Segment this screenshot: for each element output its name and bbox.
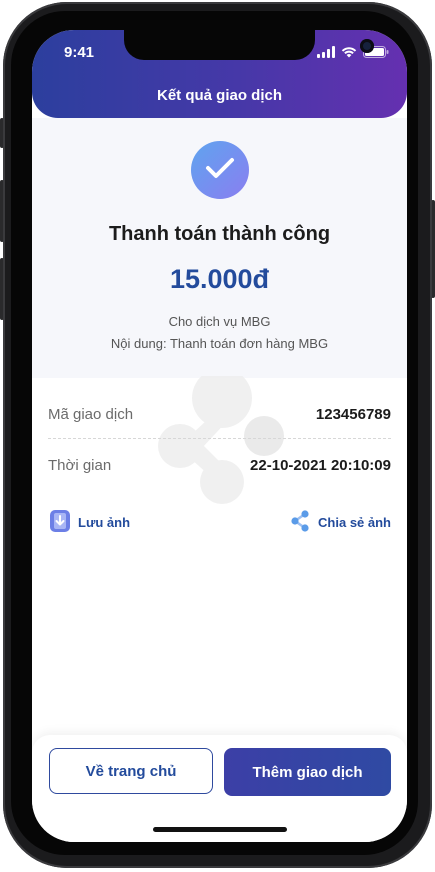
transaction-id-row: Mã giao dịch 123456789 <box>48 406 391 423</box>
details-divider <box>48 438 391 439</box>
status-icons <box>317 45 389 63</box>
phone-frame: 9:41 Kết quả giao dịch Thanh toán thành … <box>0 0 435 872</box>
save-image-button[interactable]: Lưu ảnh <box>50 510 130 535</box>
save-image-label: Lưu ảnh <box>78 515 131 530</box>
wifi-icon <box>341 45 357 63</box>
share-image-button[interactable]: Chia sẻ ảnh <box>290 510 391 535</box>
transaction-id-value: 123456789 <box>315 406 391 423</box>
check-icon <box>205 156 235 185</box>
signal-icon <box>317 45 335 63</box>
success-badge <box>191 141 249 199</box>
home-indicator[interactable] <box>153 827 287 832</box>
status-time: 9:41 <box>64 44 95 61</box>
payment-amount: 15.000đ <box>169 264 270 294</box>
payment-content: Nội dung: Thanh toán đơn hàng MBG <box>110 336 329 351</box>
screen: 9:41 Kết quả giao dịch Thanh toán thành … <box>32 30 407 842</box>
transaction-time-row: Thời gian 22-10-2021 20:10:09 <box>48 457 391 474</box>
transaction-time-value: 22-10-2021 20:10:09 <box>250 457 391 474</box>
notch <box>124 30 374 60</box>
share-image-label: Chia sẻ ảnh <box>318 515 391 530</box>
page-title: Kết quả giao dịch <box>156 87 282 104</box>
add-transaction-button[interactable]: Thêm giao dịch <box>224 748 391 796</box>
service-description: Cho dịch vụ MBG <box>168 314 271 329</box>
save-image-icon <box>50 510 70 535</box>
front-camera <box>360 39 374 53</box>
share-icon <box>290 510 310 535</box>
transaction-time-label: Thời gian <box>48 457 112 474</box>
transaction-id-label: Mã giao dịch <box>48 406 134 423</box>
home-button[interactable]: Về trang chủ <box>49 748 213 794</box>
watermark-logo-icon <box>152 368 292 506</box>
payment-status: Thanh toán thành công <box>108 223 331 245</box>
